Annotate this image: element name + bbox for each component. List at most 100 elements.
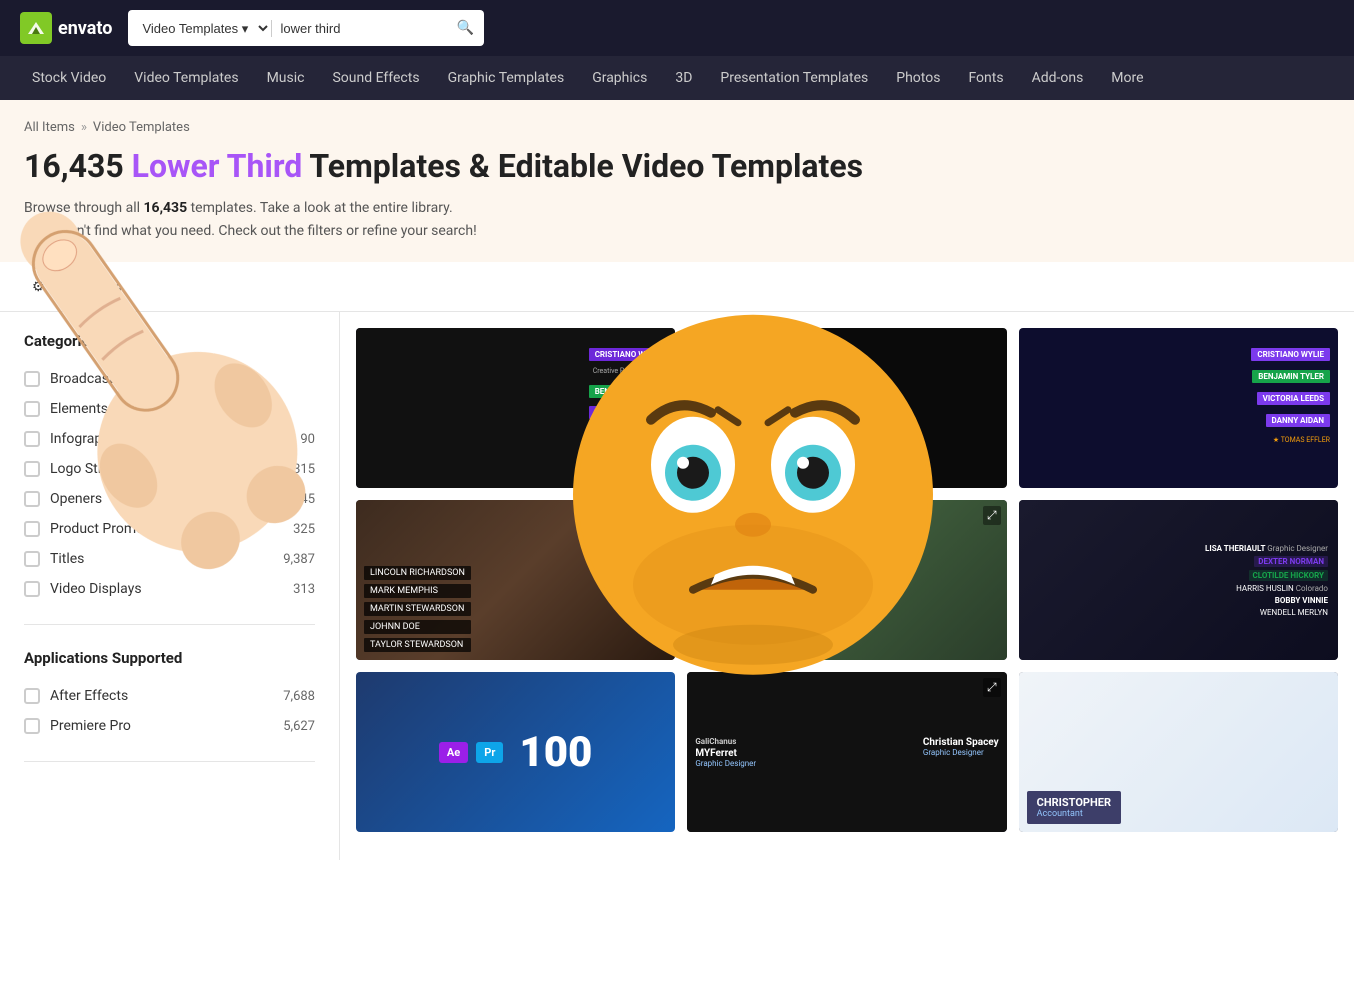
name-tag-accent: ★ TOMAS EFFLER [589,448,668,456]
sidebar-item-openers[interactable]: Openers 745 [24,484,315,514]
breadcrumb-video-templates[interactable]: Video Templates [93,120,190,135]
nav-more[interactable]: More [1099,56,1155,100]
page-header-section: All Items » Video Templates 16,435 Lower… [0,100,1354,262]
checkbox-product-promo[interactable] [24,521,40,537]
sidebar-item-elements[interactable]: Elements [24,394,315,424]
light-lower-third: CHRISTOPHER Accountant [1027,791,1121,824]
checkbox-video-displays[interactable] [24,581,40,597]
expand-icon-2[interactable]: ⤢ [983,678,1001,697]
checkbox-after-effects[interactable] [24,688,40,704]
hide-filters-button[interactable]: ⚙ Hide Filters [24,274,129,299]
outdoor-name: BEAT WEALY [705,623,789,636]
scene-name: JOHNN DOE [364,620,471,634]
scene-name: MARTIN STEWARDSON [364,602,471,616]
checkbox-logo-stings[interactable] [24,461,40,477]
title-suffix: Templates & Editable Video Templates [302,147,863,185]
sidebar-item-logo-stings[interactable]: Logo Stings 315 [24,454,315,484]
logo[interactable]: envato [20,12,112,44]
nav-presentation-templates[interactable]: Presentation Templates [708,56,880,100]
checkbox-infographics[interactable] [24,431,40,447]
nav-fonts[interactable]: Fonts [956,56,1015,100]
applications-title: Applications Supported [24,649,315,667]
checkbox-premiere-pro[interactable] [24,718,40,734]
checkbox-titles[interactable] [24,551,40,567]
split-layout: GaliChanus MYFerret Graphic Designer Chr… [695,737,998,768]
nav-sound-effects[interactable]: Sound Effects [320,56,431,100]
grid-item-6[interactable]: LISA THERIAULT Graphic Designer DEXTER N… [1019,500,1338,660]
checkbox-openers[interactable] [24,491,40,507]
checkbox-broadcast-packages[interactable] [24,371,40,387]
sidebar-item-broadcast-packages[interactable]: Broadcast Packages [24,364,315,394]
grid-item-5[interactable]: BEAT WEALY Nature Photographer ⤢ [687,500,1006,660]
content-area: CRISTIANO WYLIE Creative Producer BENJAM… [340,312,1354,860]
grid-item-9[interactable]: CHRISTOPHER Accountant [1019,672,1338,832]
card-light-1: CHRISTOPHER Accountant [1019,672,1338,832]
split-name-2: Christian Spacey [923,737,999,748]
sidebar-item-titles[interactable]: Titles 9,387 [24,544,315,574]
grid-item-8[interactable]: GaliChanus MYFerret Graphic Designer Chr… [687,672,1006,832]
count-product-promo: 325 [293,522,315,537]
nav-3d[interactable]: 3D [663,56,704,100]
grunge-names: LINCOLN RICHARDSON MARK MEMPHIS MARTIN S… [364,566,471,652]
categories-section: Categories Broadcast Packages Elements I… [24,332,315,625]
page-title: 16,435 Lower Third Templates & Editable … [24,147,1330,185]
label-logo-stings: Logo Stings [50,461,283,477]
count-logo-stings: 315 [293,462,315,477]
name-tag: VICTORIA LEEDS [589,406,668,419]
card-dark-3: CRISTIANO WYLIE BENJAMIN TYLER VICTORIA … [1019,328,1338,488]
card-dark-1: CRISTIANO WYLIE Creative Producer BENJAM… [356,328,675,488]
name-tag: CRISTIANO WYLIE [1251,348,1330,361]
list-name: LISA THERIAULT Graphic Designer [1205,544,1328,553]
nav-add-ons[interactable]: Add-ons [1020,56,1096,100]
count-titles: 9,387 [283,552,315,567]
sidebar-item-after-effects[interactable]: After Effects 7,688 [24,681,315,711]
count-video-displays: 313 [293,582,315,597]
nav-music[interactable]: Music [255,56,317,100]
search-category-dropdown[interactable]: Video Templates ▾ [138,20,272,37]
nav-graphics[interactable]: Graphics [580,56,659,100]
list-name-badge: DEXTER NORMAN [1254,556,1328,567]
count-premiere-pro: 5,627 [283,719,315,734]
outdoor-title: Nature Photographer [705,636,789,646]
list-name: HARRIS HUSLIN Colorado [1236,584,1328,593]
checkbox-elements[interactable] [24,401,40,417]
expand-icon[interactable]: ⤢ [983,506,1001,525]
name-tag: CRISTIANO WYLIE [589,348,668,361]
sidebar: Categories Broadcast Packages Elements I… [0,312,340,860]
name-tag-star: ★ TOMAS EFFLER [1273,436,1330,444]
sidebar-item-product-promo[interactable]: Product Promo 325 [24,514,315,544]
label-infographics: Infographics [50,431,290,447]
split-title-2: Graphic Designer [923,748,999,757]
page-description: Browse through all 16,435 templates. Tak… [24,197,1330,262]
card-outdoor-1: BEAT WEALY Nature Photographer [687,500,1006,660]
split-title-1: Graphic Designer [695,759,756,768]
nav-graphic-templates[interactable]: Graphic Templates [436,56,577,100]
name-subtitle: Creative Producer [593,367,668,375]
nav-video-templates[interactable]: Video Templates [122,56,250,100]
search-icon: 🔍 [456,20,473,36]
grid-item-2[interactable]: Claud French Creative Director iol.....j… [687,328,1006,488]
title-highlight: Lower Third [132,147,303,185]
sidebar-item-infographics[interactable]: Infographics 90 [24,424,315,454]
sidebar-item-premiere-pro[interactable]: Premiere Pro 5,627 [24,711,315,741]
search-input[interactable] [280,21,456,36]
label-openers: Openers [50,491,283,507]
grid-row-3: Ae Pr 100 GaliChanus MYFerret Graphic De… [356,672,1338,832]
nav-photos[interactable]: Photos [884,56,952,100]
grid-item-1[interactable]: CRISTIANO WYLIE Creative Producer BENJAM… [356,328,675,488]
count-after-effects: 7,688 [283,689,315,704]
lt-secondary: iol.....j.j Nilbert [703,417,990,428]
filter-bar: ⚙ Hide Filters [0,262,1354,312]
nav-stock-video[interactable]: Stock Video [20,56,118,100]
scene-name: LINCOLN RICHARDSON [364,566,471,580]
label-titles: Titles [50,551,273,567]
breadcrumb-all-items[interactable]: All Items [24,120,75,135]
lower-third-1: Claud French Creative Director [703,378,990,405]
grid-item-4[interactable]: LINCOLN RICHARDSON MARK MEMPHIS MARTIN S… [356,500,675,660]
sidebar-item-video-displays[interactable]: Video Displays 313 [24,574,315,604]
grid-item-3[interactable]: CRISTIANO WYLIE BENJAMIN TYLER VICTORIA … [1019,328,1338,488]
name-overlays-3: CRISTIANO WYLIE BENJAMIN TYLER VICTORIA … [1251,348,1330,444]
grid-item-7[interactable]: Ae Pr 100 [356,672,675,832]
grid-row-2: LINCOLN RICHARDSON MARK MEMPHIS MARTIN S… [356,500,1338,660]
split-left: GaliChanus MYFerret Graphic Designer [695,737,756,768]
